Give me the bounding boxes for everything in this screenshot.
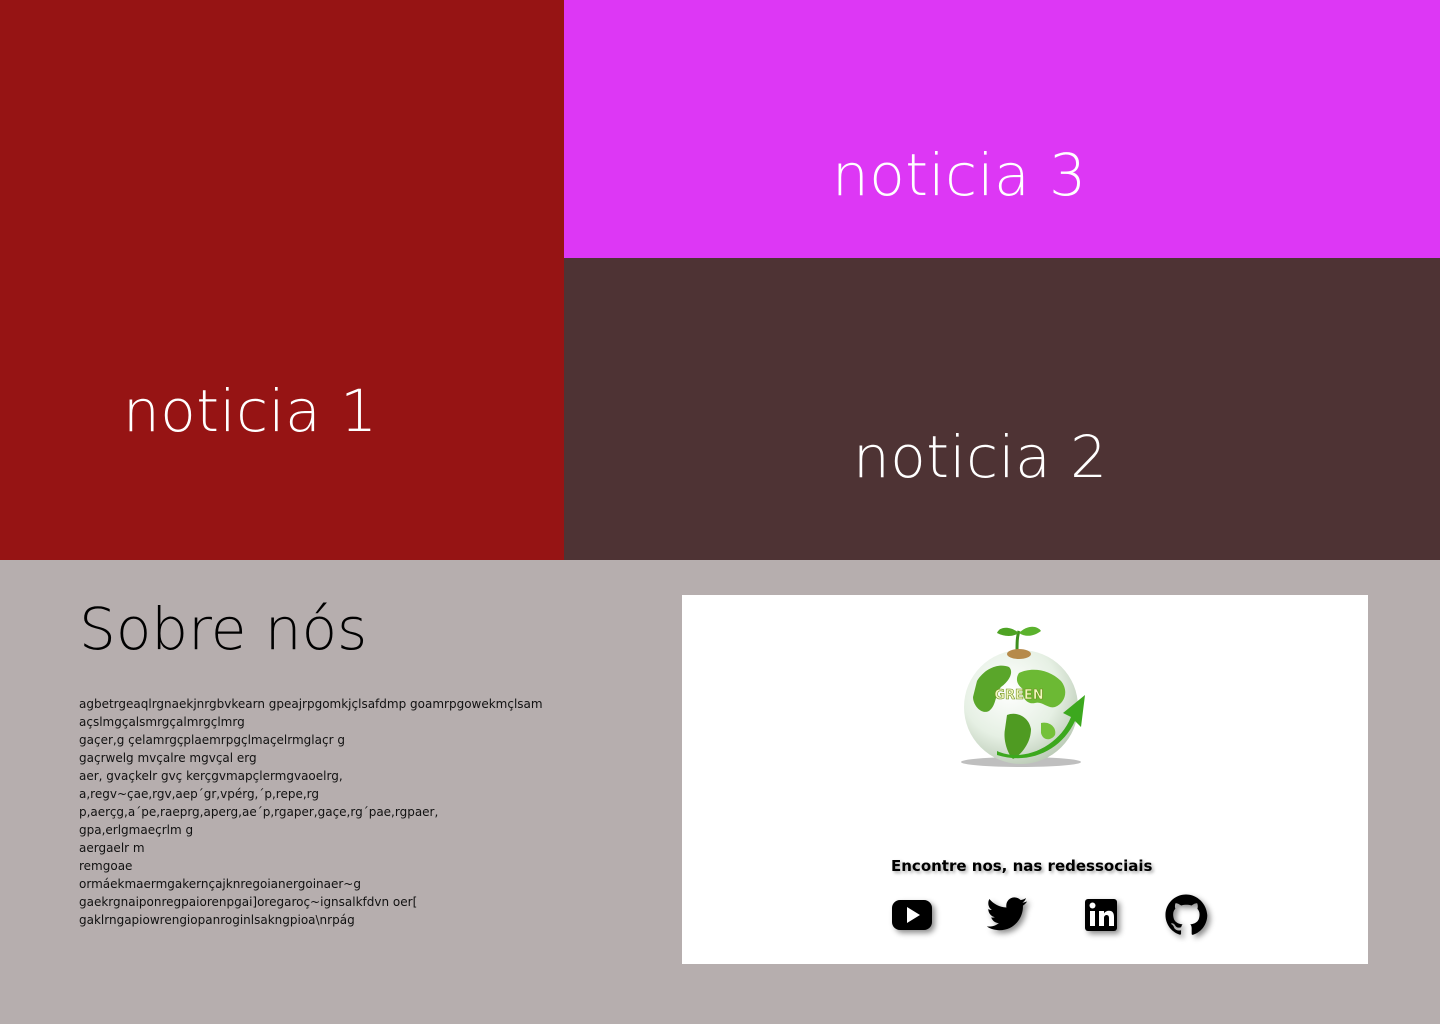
news-title-2: noticia 2 xyxy=(853,423,1108,491)
social-card: GREEN Encontre nos, nas redessociais xyxy=(682,595,1368,964)
news-tile-2[interactable]: noticia 2 xyxy=(564,258,1440,560)
about-text-line: gpa,erlgmaeçrlm g xyxy=(79,823,194,837)
linkedin-icon[interactable] xyxy=(1079,893,1123,937)
about-text-line: agbetrgeaqlrgnaekjnrgbvkearn gpeajrpgomk… xyxy=(79,697,543,711)
news-tile-3[interactable]: noticia 3 xyxy=(564,0,1440,258)
about-text-line: gaçrwelg mvçalre mgvçal erg xyxy=(79,751,257,765)
social-heading: Encontre nos, nas redessociais xyxy=(891,857,1153,875)
about-text-line: p,aerçg,a´pe,raeprg,aperg,ae´p,rgaper,ga… xyxy=(79,805,439,819)
about-text-line: remgoae xyxy=(79,859,133,873)
news-title-1: noticia 1 xyxy=(123,377,378,445)
about-section: Sobre nós agbetrgeaqlrgnaekjnrgbvkearn g… xyxy=(0,560,1440,1024)
twitter-icon[interactable] xyxy=(985,893,1029,937)
about-text-line: aer, gvaçkelr gvç kerçgvmapçlermgvaoelrg… xyxy=(79,769,343,783)
about-text: agbetrgeaqlrgnaekjnrgbvkearn gpeajrpgomk… xyxy=(79,695,599,929)
about-text-line: aergaelr m xyxy=(79,841,145,855)
about-text-line: gaklrngapiowrengiopanroginlsakngpioa\nrp… xyxy=(79,913,355,927)
github-icon[interactable] xyxy=(1164,893,1208,937)
about-text-line: açslmgçalsmrgçalmrgçlmrg xyxy=(79,715,245,729)
about-text-line: a,regv~çae,rgv,aep´gr,vpérg,´p,repe,rg xyxy=(79,787,320,801)
news-tile-1[interactable]: noticia 1 xyxy=(0,0,564,560)
about-title: Sobre nós xyxy=(79,595,368,663)
about-text-line: gaçer,g çelamrgçplaemrpgçlmaçelrmglaçr g xyxy=(79,733,345,747)
green-globe-logo: GREEN xyxy=(961,626,1085,767)
about-text-line: ormáekmaermgakernçajknregoianergoinaer~g xyxy=(79,877,361,891)
youtube-icon[interactable] xyxy=(890,893,934,937)
about-text-line: gaekrgnaiponregpaiorenpgai]oregaroç~igns… xyxy=(79,895,418,909)
logo-green-text: GREEN xyxy=(994,688,1043,703)
news-title-3: noticia 3 xyxy=(832,141,1087,209)
